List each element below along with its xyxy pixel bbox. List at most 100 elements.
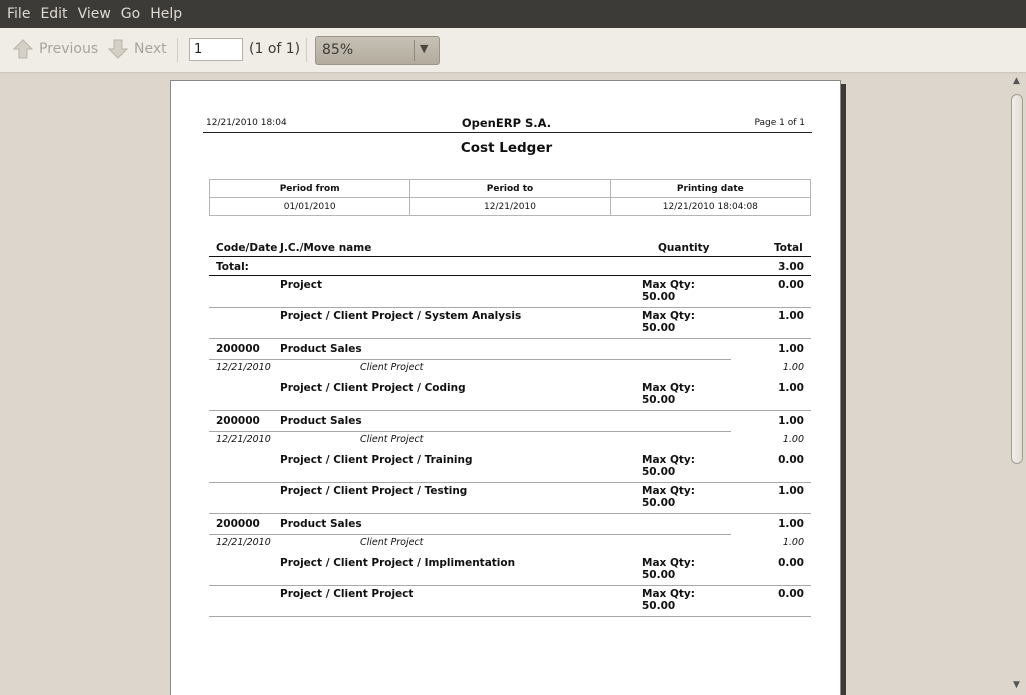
param-header-period-from: Period from	[208, 179, 411, 198]
row-rule	[209, 431, 731, 432]
account-total: 1.00	[778, 310, 804, 322]
column-header-quantity: Quantity	[658, 242, 710, 254]
total-rule	[209, 275, 811, 276]
toolbar: Previous Next (1 of 1) 85% ▼	[0, 28, 1026, 73]
menu-help[interactable]: Help	[145, 0, 187, 28]
parameters-table: Period from Period to Printing date 01/0…	[208, 179, 812, 216]
column-header-jc-move: J.C./Move name	[280, 242, 372, 254]
menubar: File Edit View Go Help	[0, 0, 1026, 28]
row-rule	[209, 585, 811, 586]
menu-file[interactable]: File	[2, 0, 35, 28]
max-qty-value: 50.00	[642, 291, 676, 303]
next-button[interactable]: Next	[107, 38, 167, 60]
max-qty-value: 50.00	[642, 466, 676, 478]
header-rule	[203, 132, 812, 133]
row-rule	[209, 616, 811, 617]
page-number-input[interactable]	[189, 38, 243, 61]
move-total: 1.00	[782, 434, 804, 445]
menu-edit[interactable]: Edit	[35, 0, 72, 28]
param-value-period-to: 12/21/2010	[409, 197, 611, 216]
vertical-scrollbar[interactable]: ▲ ▼	[1008, 74, 1026, 695]
row-rule	[209, 359, 731, 360]
row-rule	[209, 513, 811, 514]
account-name: Project	[280, 279, 323, 291]
menu-go[interactable]: Go	[116, 0, 145, 28]
account-name: Project / Client Project / Testing	[280, 485, 468, 497]
scrollbar-thumb[interactable]	[1011, 94, 1023, 464]
row-rule	[209, 410, 811, 411]
account-name: Project / Client Project / Implimentatio…	[280, 557, 516, 569]
max-qty-value: 50.00	[642, 497, 676, 509]
move-date: 12/21/2010	[216, 537, 271, 548]
document-page: 12/21/2010 18:04 OpenERP S.A. Page 1 of …	[170, 80, 841, 695]
max-qty-label: Max Qty:	[642, 485, 695, 497]
account-total: 1.00	[778, 382, 804, 394]
account-total: 0.00	[778, 588, 804, 600]
arrow-up-icon	[12, 39, 34, 59]
max-qty-label: Max Qty:	[642, 588, 695, 600]
max-qty-value: 50.00	[642, 322, 676, 334]
document-viewer[interactable]: 12/21/2010 18:04 OpenERP S.A. Page 1 of …	[0, 74, 1026, 695]
journal-code: 200000	[216, 415, 260, 427]
journal-total: 1.00	[778, 343, 804, 355]
account-name: Project / Client Project	[280, 588, 414, 600]
param-value-printing-date: 12/21/2010 18:04:08	[609, 197, 812, 216]
move-total: 1.00	[782, 537, 804, 548]
account-name: Project / Client Project / Coding	[280, 382, 466, 394]
scroll-up-arrow-icon[interactable]: ▲	[1013, 76, 1020, 86]
column-header-total: Total	[774, 242, 803, 254]
column-header-code-date: Code/Date	[216, 242, 278, 254]
max-qty-value: 50.00	[642, 600, 676, 612]
max-qty-label: Max Qty:	[642, 279, 695, 291]
max-qty-label: Max Qty:	[642, 557, 695, 569]
move-name: Client Project	[360, 537, 424, 548]
column-header-rule	[209, 256, 811, 257]
zoom-value: 85%	[322, 42, 354, 58]
account-name: Project / Client Project / Training	[280, 454, 473, 466]
next-label: Next	[134, 41, 167, 57]
dropdown-arrow-icon: ▼	[420, 42, 429, 55]
max-qty-label: Max Qty:	[642, 454, 695, 466]
move-name: Client Project	[360, 362, 424, 373]
journal-name: Product Sales	[280, 518, 362, 530]
move-date: 12/21/2010	[216, 362, 271, 373]
row-rule	[209, 307, 811, 308]
journal-code: 200000	[216, 343, 260, 355]
report-page-label: Page 1 of 1	[754, 118, 806, 128]
zoom-divider	[414, 40, 415, 61]
max-qty-label: Max Qty:	[642, 310, 695, 322]
move-name: Client Project	[360, 434, 424, 445]
row-rule	[209, 534, 731, 535]
menu-view[interactable]: View	[73, 0, 116, 28]
previous-label: Previous	[39, 41, 99, 57]
row-rule	[209, 338, 811, 339]
account-total: 1.00	[778, 485, 804, 497]
report-company: OpenERP S.A.	[461, 116, 552, 130]
account-name: Project / Client Project / System Analys…	[280, 310, 522, 322]
report-title: Cost Ledger	[460, 140, 553, 156]
toolbar-separator	[306, 38, 307, 62]
previous-button[interactable]: Previous	[12, 38, 98, 60]
journal-total: 1.00	[778, 518, 804, 530]
account-total: 0.00	[778, 279, 804, 291]
arrow-down-icon	[107, 39, 129, 59]
move-total: 1.00	[782, 362, 804, 373]
toolbar-separator	[177, 38, 178, 62]
account-total: 0.00	[778, 557, 804, 569]
journal-code: 200000	[216, 518, 260, 530]
journal-total: 1.00	[778, 415, 804, 427]
max-qty-value: 50.00	[642, 394, 676, 406]
row-rule	[209, 482, 811, 483]
max-qty-label: Max Qty:	[642, 382, 695, 394]
param-header-period-to: Period to	[409, 179, 611, 198]
account-total: 0.00	[778, 454, 804, 466]
total-label: Total:	[216, 261, 249, 273]
param-value-period-from: 01/01/2010	[208, 197, 411, 216]
max-qty-value: 50.00	[642, 569, 676, 581]
page-count-label: (1 of 1)	[249, 41, 301, 57]
move-date: 12/21/2010	[216, 434, 271, 445]
param-header-printing-date: Printing date	[609, 179, 812, 198]
zoom-select[interactable]: 85% ▼	[315, 36, 440, 65]
scroll-down-arrow-icon[interactable]: ▼	[1013, 680, 1020, 690]
journal-name: Product Sales	[280, 343, 362, 355]
